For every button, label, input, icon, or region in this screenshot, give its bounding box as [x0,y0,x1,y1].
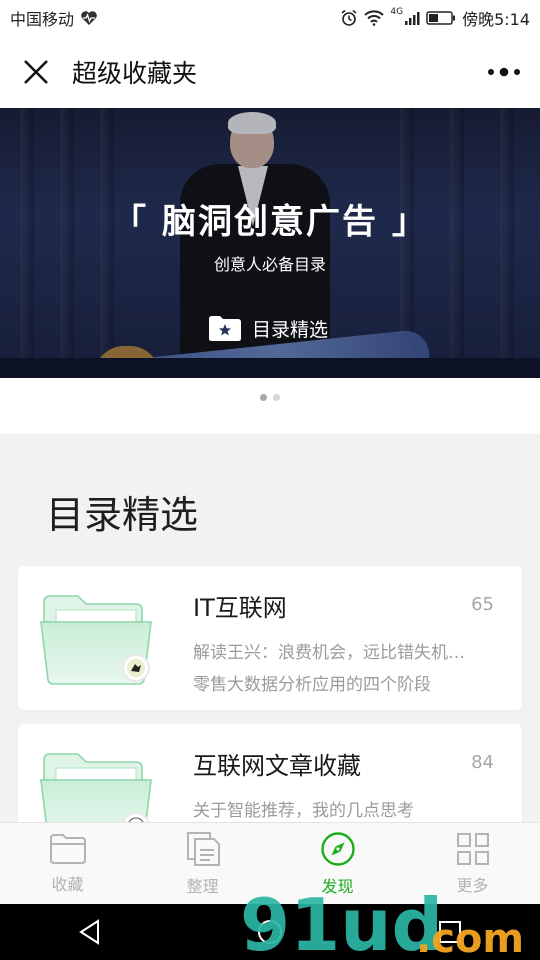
folder-icon [49,833,86,864]
status-left: 中国移动 [10,6,98,30]
tab-label: 整理 [186,876,219,896]
recents-square-icon [439,921,461,943]
more-options-button[interactable] [486,58,522,86]
tab-label: 更多 [456,875,489,895]
tab-label: 收藏 [51,874,84,894]
compass-icon [320,831,355,866]
tab-organize[interactable]: 整理 [135,823,270,904]
alarm-icon [340,9,358,27]
tab-favorites[interactable]: 收藏 [0,823,135,904]
banner-subtitle: 创意人必备目录 [213,255,326,274]
home-circle-icon [258,920,282,944]
wifi-icon [364,10,385,26]
battery-icon [426,10,456,26]
banner-tag: 目录精选 [208,314,328,342]
back-triangle-icon [79,919,99,945]
pagination-dot[interactable] [273,394,280,401]
back-button[interactable] [60,904,120,960]
close-button[interactable] [0,36,72,108]
close-icon [24,60,48,84]
status-bar: 中国移动 4G 傍晚5:14 [0,0,540,36]
banner-title: 「 脑洞创意广告 」 [112,202,428,242]
grid-icon [456,832,489,865]
clock-label: 傍晚5:14 [462,10,530,29]
pagination-dot-active[interactable] [260,394,267,401]
cellular-signal-icon: 4G [390,7,420,26]
status-right: 4G 傍晚5:14 [340,6,530,30]
carrier-label: 中国移动 [10,10,75,29]
page-title: 超级收藏夹 [72,59,198,88]
bottom-tab-bar: 收藏 整理 发现 更多 [0,822,540,904]
card-title: 互联网文章收藏 [193,752,361,780]
collection-avatar [122,654,150,682]
documents-icon [186,831,220,866]
card-count: 84 [471,752,494,773]
card-article-line: 解读王兴：浪费机会，远比错失机… [193,643,465,663]
collection-card[interactable]: IT互联网 65 解读王兴：浪费机会，远比错失机… 零售大数据分析应用的四个阶段 [18,566,522,710]
folder-star-icon [209,316,241,341]
card-article-line: 零售大数据分析应用的四个阶段 [193,675,431,695]
card-article-line: 关于智能推荐，我的几点思考 [193,801,414,821]
system-navigation-bar [0,904,540,960]
promo-banner[interactable]: 「 脑洞创意广告 」 创意人必备目录 目录精选 [0,108,540,378]
title-bar: 超级收藏夹 [0,36,540,108]
network-type-label: 4G [390,7,404,17]
heart-rate-icon [80,10,98,26]
section-heading: 目录精选 [46,493,199,537]
character-avatar-icon [127,659,145,677]
banner-pagination [0,394,540,401]
home-button[interactable] [240,904,300,960]
recents-button[interactable] [420,904,480,960]
tab-discover[interactable]: 发现 [270,823,405,904]
tab-label: 发现 [321,876,354,896]
banner-tag-label: 目录精选 [252,318,329,341]
card-count: 65 [471,594,494,615]
tab-more[interactable]: 更多 [405,823,540,904]
more-icon [488,67,520,77]
card-title: IT互联网 [193,594,287,622]
